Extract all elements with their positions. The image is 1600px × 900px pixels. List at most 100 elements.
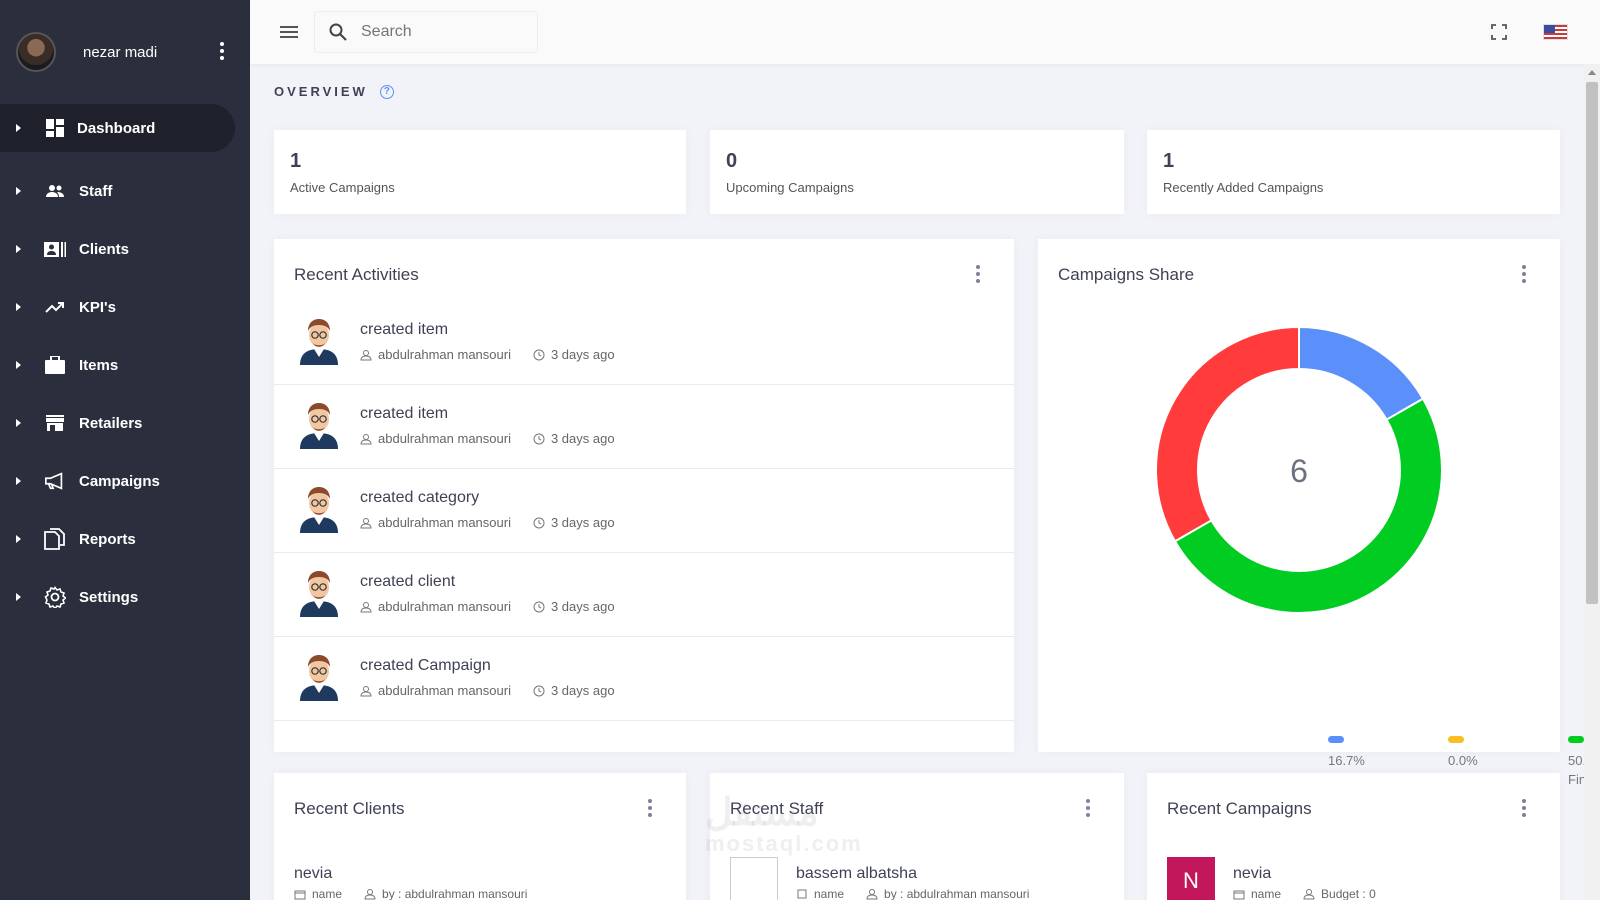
campaigns-donut-chart: 6 bbox=[1155, 325, 1443, 614]
user-menu-icon[interactable] bbox=[220, 42, 224, 63]
clock-icon bbox=[533, 601, 545, 612]
recent-staff-card: Recent Staff bassem albatsha name by : a… bbox=[710, 773, 1124, 900]
user-icon bbox=[360, 601, 372, 612]
activity-row: created category abdulrahman mansouri 3 da… bbox=[274, 469, 1014, 553]
main-content: OVERVIEW ? 1 Active Campaigns 0 Upcoming… bbox=[250, 64, 1584, 900]
more-options-icon[interactable] bbox=[1522, 799, 1526, 820]
staff-by: by : abdulrahman mansouri bbox=[884, 887, 1030, 900]
activity-title: created item bbox=[360, 405, 449, 422]
sidebar-item-label: Dashboard bbox=[77, 119, 156, 137]
legend-percent: 0.0% bbox=[1448, 753, 1478, 768]
card-title: Campaigns Share bbox=[1058, 265, 1195, 284]
sidebar-item-label: Clients bbox=[79, 240, 130, 258]
activity-avatar bbox=[298, 399, 340, 449]
sidebar-item-label: Retailers bbox=[79, 414, 143, 432]
sidebar-item-label: Reports bbox=[79, 530, 136, 548]
documents-icon bbox=[44, 528, 66, 550]
stat-card-active: 1 Active Campaigns bbox=[274, 130, 686, 214]
user-icon bbox=[360, 349, 372, 360]
briefcase-icon bbox=[44, 354, 66, 376]
sidebar-item-dashboard[interactable]: Dashboard bbox=[0, 104, 235, 152]
user-icon bbox=[360, 433, 372, 444]
help-icon[interactable]: ? bbox=[379, 84, 394, 99]
campaign-field: name bbox=[1251, 887, 1282, 900]
page-scrollbar[interactable] bbox=[1584, 64, 1600, 900]
box-icon bbox=[294, 890, 306, 900]
activity-user: abdulrahman mansouri bbox=[378, 347, 511, 362]
sidebar-item-label: Settings bbox=[79, 588, 139, 606]
card-title: Recent Activities bbox=[294, 265, 419, 284]
search-box[interactable] bbox=[314, 11, 538, 53]
sidebar-item-items[interactable]: Items bbox=[0, 336, 250, 394]
activity-user: abdulrahman mansouri bbox=[378, 431, 511, 446]
user-icon bbox=[360, 685, 372, 696]
stat-card-recently-added: 1 Recently Added Campaigns bbox=[1147, 130, 1560, 214]
sidebar-item-settings[interactable]: Settings bbox=[0, 568, 250, 626]
staff-field: name bbox=[814, 887, 845, 900]
campaign-meta: name Budget : 0 bbox=[1233, 887, 1376, 900]
client-meta: name by : abdulrahman mansouri bbox=[294, 887, 527, 900]
menu-icon[interactable] bbox=[280, 23, 298, 41]
more-options-icon[interactable] bbox=[1522, 265, 1526, 286]
caret-right-icon bbox=[16, 477, 21, 485]
sidebar-item-retailers[interactable]: Retailers bbox=[0, 394, 250, 452]
activity-row: created Campaign abdulrahman mansouri 3 da… bbox=[274, 637, 1014, 721]
client-name[interactable]: nevia bbox=[294, 865, 332, 883]
activity-time: 3 days ago bbox=[550, 599, 615, 614]
us-flag-icon[interactable] bbox=[1543, 24, 1568, 40]
sidebar-item-label: Staff bbox=[79, 182, 113, 200]
sidebar-item-kpis[interactable]: KPI's bbox=[0, 278, 250, 336]
topbar bbox=[250, 0, 1600, 64]
client-field: name bbox=[312, 887, 343, 900]
caret-right-icon bbox=[16, 419, 21, 427]
staff-name[interactable]: bassem albatsha bbox=[796, 865, 917, 883]
activity-user: abdulrahman mansouri bbox=[378, 599, 511, 614]
clock-icon bbox=[533, 349, 545, 360]
activity-title: created item bbox=[360, 321, 449, 338]
caret-right-icon bbox=[16, 245, 21, 253]
activity-meta: abdulrahman mansouri 3 days ago bbox=[360, 347, 615, 362]
donut-slice-active[interactable] bbox=[1298, 325, 1425, 422]
user-icon bbox=[364, 889, 376, 900]
caret-right-icon bbox=[16, 593, 21, 601]
more-options-icon[interactable] bbox=[976, 265, 980, 286]
stat-value: 1 bbox=[290, 150, 302, 172]
sidebar-item-label: Items bbox=[79, 356, 119, 374]
activity-avatar bbox=[298, 651, 340, 701]
user-avatar[interactable] bbox=[16, 32, 56, 72]
card-title: Recent Staff bbox=[730, 799, 824, 818]
legend-swatch bbox=[1328, 736, 1344, 743]
card-title: Recent Clients bbox=[294, 799, 405, 818]
sidebar-item-clients[interactable]: Clients bbox=[0, 220, 250, 278]
id-card-icon bbox=[44, 238, 66, 260]
box-icon bbox=[797, 889, 807, 899]
campaign-name[interactable]: nevia bbox=[1233, 865, 1271, 883]
scroll-up-arrow-icon[interactable] bbox=[1588, 70, 1596, 75]
donut-slice-finished[interactable] bbox=[1173, 397, 1443, 614]
stat-card-upcoming: 0 Upcoming Campaigns bbox=[710, 130, 1124, 214]
legend-swatch bbox=[1568, 736, 1584, 743]
staff-meta: name by : abdulrahman mansouri bbox=[796, 887, 1029, 900]
gear-icon bbox=[44, 586, 66, 608]
overview-title: OVERVIEW bbox=[274, 84, 368, 99]
activity-time: 3 days ago bbox=[550, 515, 615, 530]
activity-row: created item abdulrahman mansouri 3 days a… bbox=[274, 385, 1014, 469]
sidebar-item-label: Campaigns bbox=[79, 472, 160, 490]
activity-title: created category bbox=[360, 489, 480, 506]
sidebar-item-reports[interactable]: Reports bbox=[0, 510, 250, 568]
donut-slice-canceled[interactable] bbox=[1155, 325, 1300, 543]
scrollbar-thumb[interactable] bbox=[1586, 82, 1598, 604]
caret-right-icon bbox=[16, 124, 21, 132]
sidebar-item-label: KPI's bbox=[79, 298, 116, 316]
more-options-icon[interactable] bbox=[1086, 799, 1090, 820]
sidebar-item-campaigns[interactable]: Campaigns bbox=[0, 452, 250, 510]
activity-time: 3 days ago bbox=[550, 431, 615, 446]
sidebar-item-staff[interactable]: Staff bbox=[0, 162, 250, 220]
legend-item-finished[interactable]: 50.0% Finished bbox=[1568, 736, 1584, 787]
activity-avatar bbox=[298, 567, 340, 617]
search-input[interactable] bbox=[361, 23, 511, 41]
fullscreen-icon[interactable] bbox=[1491, 24, 1507, 40]
activity-meta: abdulrahman mansouri 3 days ago bbox=[360, 683, 615, 698]
more-options-icon[interactable] bbox=[648, 799, 652, 820]
stat-label: Active Campaigns bbox=[290, 180, 395, 195]
